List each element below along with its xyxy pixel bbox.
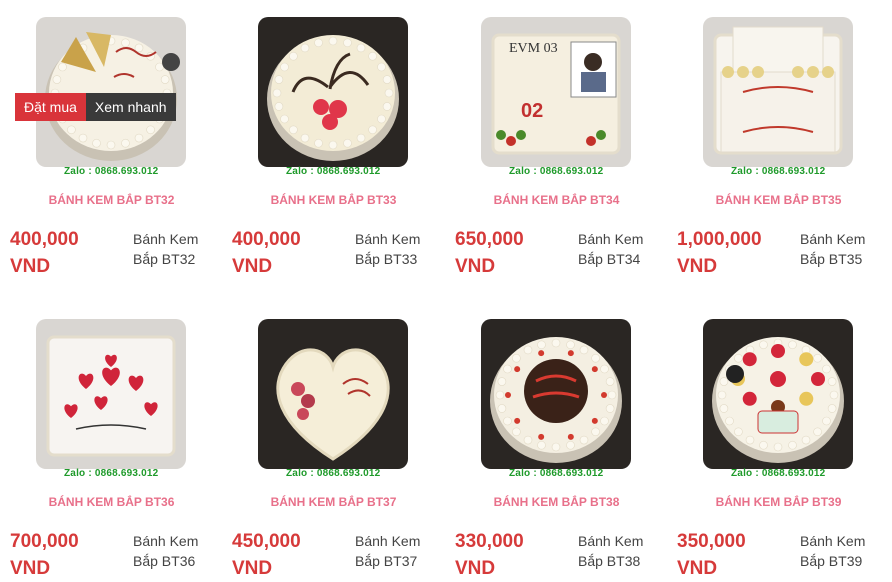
product-name[interactable]: BÁNH KEM BẮP BT35 [667, 193, 890, 207]
product-category[interactable]: Bánh Kem Bắp BT38 [578, 531, 658, 571]
product-category[interactable]: Bánh Kem Bắp BT37 [355, 531, 435, 571]
product-category[interactable]: Bánh Kem Bắp BT32 [133, 229, 213, 269]
product-name[interactable]: BÁNH KEM BẮP BT37 [222, 495, 445, 509]
product-image[interactable] [481, 319, 631, 469]
product-actions: Đặt mua Xem nhanh [15, 93, 176, 121]
zalo-contact: Zalo : 0868.693.012 [731, 166, 826, 177]
product-price: 700,000 VND [10, 531, 79, 579]
product-category[interactable]: Bánh Kem Bắp BT36 [133, 531, 213, 571]
quick-view-button[interactable]: Xem nhanh [85, 93, 176, 121]
product-price: 1,000,000 VND [677, 229, 762, 277]
product-card[interactable]: Zalo : 0868.693.012 BÁNH KEM BẮP BT38 33… [445, 302, 668, 579]
product-price: 400,000 VND [10, 229, 79, 277]
product-name[interactable]: BÁNH KEM BẮP BT38 [445, 495, 668, 509]
zalo-contact: Zalo : 0868.693.012 [64, 166, 159, 177]
product-card[interactable]: Zalo : 0868.693.012 BÁNH KEM BẮP BT33 40… [222, 0, 445, 302]
product-price: 650,000 VND [455, 229, 524, 277]
product-name[interactable]: BÁNH KEM BẮP BT32 [0, 193, 223, 207]
product-grid: Đặt mua Xem nhanh Zalo : 0868.693.012 BÁ… [0, 0, 892, 579]
zalo-contact: Zalo : 0868.693.012 [509, 468, 604, 479]
product-category[interactable]: Bánh Kem Bắp BT33 [355, 229, 435, 269]
product-image[interactable] [258, 17, 408, 167]
product-card[interactable]: Zalo : 0868.693.012 BÁNH KEM BẮP BT39 35… [667, 302, 892, 579]
product-name[interactable]: BÁNH KEM BẮP BT34 [445, 193, 668, 207]
product-card[interactable]: EVM 03 02 Zalo : 0868.693.012 BÁNH KEM BẮ… [445, 0, 668, 302]
product-category[interactable]: Bánh Kem Bắp BT34 [578, 229, 658, 269]
product-card[interactable]: Zalo : 0868.693.012 BÁNH KEM BẮP BT35 1,… [667, 0, 892, 302]
product-card[interactable]: Đặt mua Xem nhanh Zalo : 0868.693.012 BÁ… [0, 0, 223, 302]
product-card[interactable]: Zalo : 0868.693.012 BÁNH KEM BẮP BT36 70… [0, 302, 223, 579]
product-image[interactable] [36, 319, 186, 469]
product-image[interactable] [703, 17, 853, 167]
product-category[interactable]: Bánh Kem Bắp BT39 [800, 531, 880, 571]
product-image[interactable] [703, 319, 853, 469]
product-name[interactable]: BÁNH KEM BẮP BT39 [667, 495, 890, 509]
product-image[interactable] [36, 17, 186, 167]
product-image[interactable] [258, 319, 408, 469]
product-card[interactable]: Zalo : 0868.693.012 BÁNH KEM BẮP BT37 45… [222, 302, 445, 579]
product-name[interactable]: BÁNH KEM BẮP BT33 [222, 193, 445, 207]
zalo-contact: Zalo : 0868.693.012 [731, 468, 826, 479]
product-price: 350,000 VND [677, 531, 746, 579]
product-price: 330,000 VND [455, 531, 524, 579]
product-price: 450,000 VND [232, 531, 301, 579]
zalo-contact: Zalo : 0868.693.012 [286, 166, 381, 177]
zalo-contact: Zalo : 0868.693.012 [509, 166, 604, 177]
product-price: 400,000 VND [232, 229, 301, 277]
svg-text:02: 02 [521, 100, 543, 122]
product-name[interactable]: BÁNH KEM BẮP BT36 [0, 495, 223, 509]
order-button[interactable]: Đặt mua [15, 93, 86, 121]
zalo-contact: Zalo : 0868.693.012 [286, 468, 381, 479]
product-image[interactable]: EVM 03 02 [481, 17, 631, 167]
svg-text:EVM 03: EVM 03 [509, 41, 558, 56]
product-category[interactable]: Bánh Kem Bắp BT35 [800, 229, 880, 269]
zalo-contact: Zalo : 0868.693.012 [64, 468, 159, 479]
